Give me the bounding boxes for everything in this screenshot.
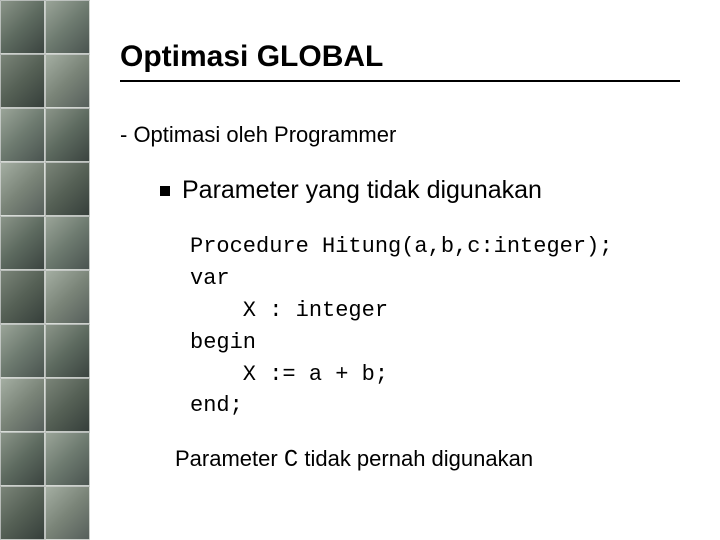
square-bullet-icon	[160, 186, 170, 196]
code-line: Procedure Hitung(a,b,c:integer);	[190, 234, 612, 259]
code-line: begin	[190, 330, 256, 355]
slide-content: Optimasi GLOBAL - Optimasi oleh Programm…	[90, 0, 720, 540]
code-line: end;	[190, 393, 243, 418]
footnote: Parameter C tidak pernah digunakan	[175, 446, 680, 474]
code-line: X : integer	[190, 298, 388, 323]
slide-title: Optimasi GLOBAL	[120, 40, 680, 74]
stone-texture	[0, 0, 90, 540]
bullet-text: Parameter yang tidak digunakan	[182, 176, 542, 205]
bullet-item: Parameter yang tidak digunakan	[160, 176, 680, 205]
code-line: var	[190, 266, 230, 291]
code-line: X := a + b;	[190, 362, 388, 387]
footnote-pre: Parameter	[175, 446, 284, 471]
title-underline	[120, 80, 680, 82]
footnote-post: tidak pernah digunakan	[298, 446, 533, 471]
footnote-code: C	[284, 447, 298, 474]
code-block: Procedure Hitung(a,b,c:integer); var X :…	[190, 231, 680, 422]
subheading: - Optimasi oleh Programmer	[120, 122, 680, 148]
stone-sidebar	[0, 0, 90, 540]
